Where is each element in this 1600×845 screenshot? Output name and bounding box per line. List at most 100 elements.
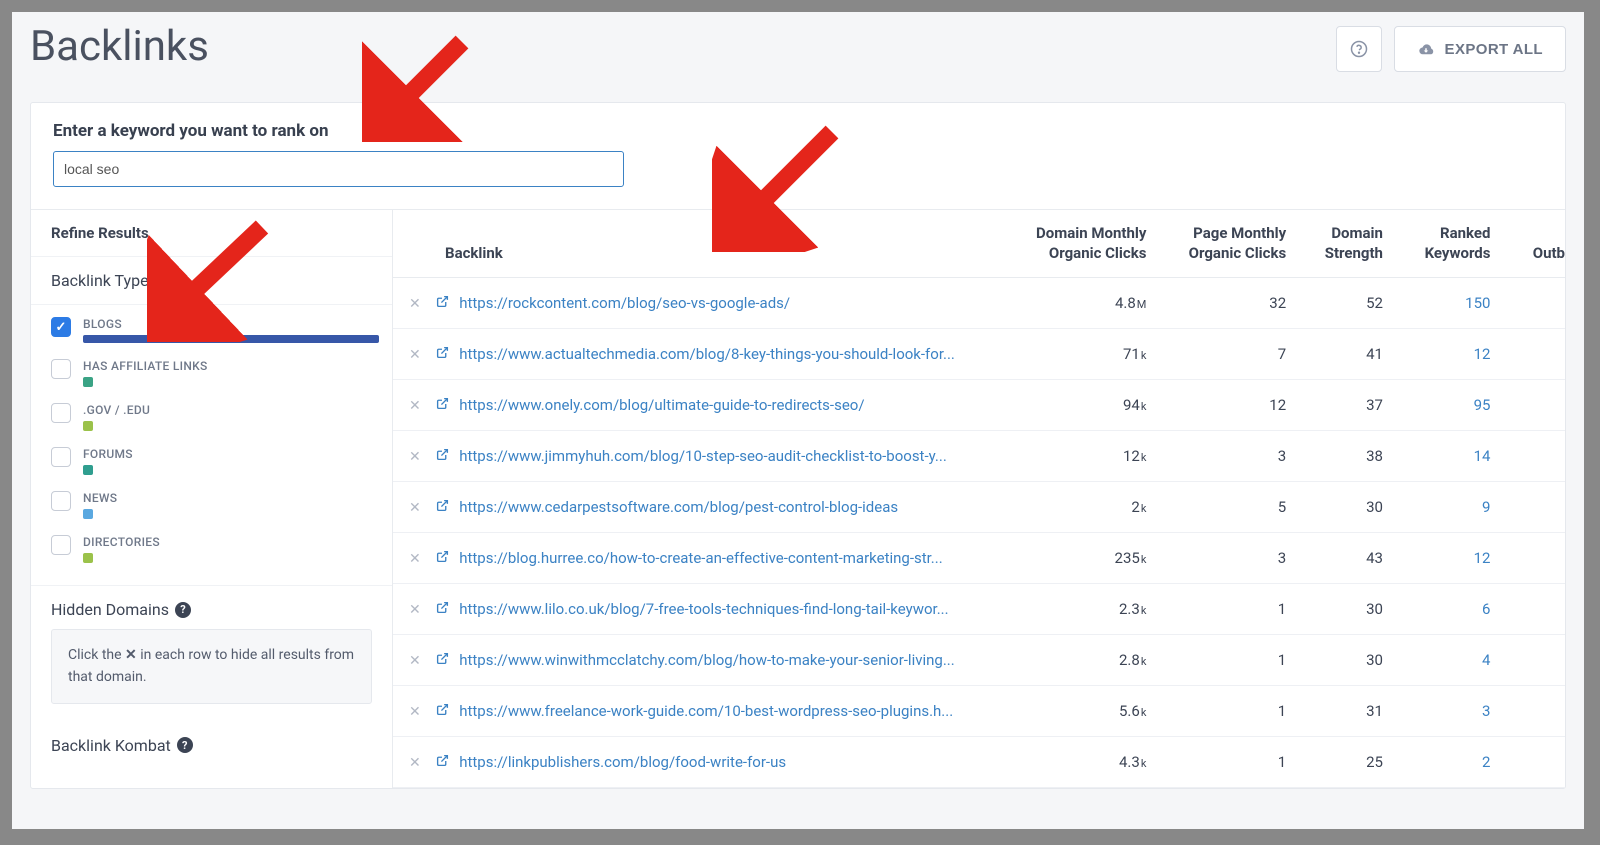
filter-checkbox[interactable]: [51, 359, 71, 379]
filter-type-row[interactable]: BLOGS: [51, 309, 372, 351]
backlink-kombat-heading: Backlink Kombat ?: [51, 736, 372, 755]
help-icon[interactable]: ?: [163, 273, 179, 289]
hide-domain-icon[interactable]: ✕: [409, 602, 421, 618]
table-row: ✕ https://www.cedarpestsoftware.com/blog…: [393, 482, 1565, 533]
filter-bar: [83, 335, 379, 343]
backlink-url[interactable]: https://www.freelance-work-guide.com/10-…: [459, 702, 953, 720]
cell-domain-strength: 25: [1296, 737, 1393, 788]
cell-domain-strength: 52: [1296, 278, 1393, 329]
filter-chip: [83, 509, 93, 519]
filter-checkbox[interactable]: [51, 403, 71, 423]
table-row: ✕ https://linkpublishers.com/blog/food-w…: [393, 737, 1565, 788]
cell-page-clicks: 1: [1156, 635, 1296, 686]
cell-ranked-keywords[interactable]: 6: [1393, 584, 1501, 635]
cell-domain-strength: 30: [1296, 635, 1393, 686]
filter-type-row[interactable]: HAS AFFILIATE LINKS: [51, 351, 372, 395]
cell-domain-clicks: 4.3k: [995, 737, 1156, 788]
cell-domain-clicks: 235k: [995, 533, 1156, 584]
hide-domain-icon[interactable]: ✕: [409, 398, 421, 414]
help-icon[interactable]: ?: [177, 737, 193, 753]
filter-label: NEWS: [83, 491, 372, 505]
cell-domain-clicks: 5.6k: [995, 686, 1156, 737]
backlink-url[interactable]: https://blog.hurree.co/how-to-create-an-…: [459, 549, 942, 567]
cell-ranked-keywords[interactable]: 4: [1393, 635, 1501, 686]
backlink-url[interactable]: https://www.jimmyhuh.com/blog/10-step-se…: [459, 447, 947, 465]
cell-domain-clicks: 4.8M: [995, 278, 1156, 329]
external-link-icon[interactable]: [436, 601, 449, 618]
cell-ranked-keywords[interactable]: 95: [1393, 380, 1501, 431]
external-link-icon[interactable]: [436, 652, 449, 669]
cell-domain-clicks: 12k: [995, 431, 1156, 482]
filter-checkbox[interactable]: [51, 491, 71, 511]
filter-chip: [83, 421, 93, 431]
external-link-icon[interactable]: [436, 703, 449, 720]
hide-domain-icon[interactable]: ✕: [409, 653, 421, 669]
col-page-clicks[interactable]: Page MonthlyOrganic Clicks: [1156, 210, 1296, 278]
cell-page-clicks: 7: [1156, 329, 1296, 380]
filter-label: BLOGS: [83, 317, 379, 331]
help-icon[interactable]: ?: [175, 602, 191, 618]
keyword-search-input[interactable]: [53, 151, 624, 187]
external-link-icon[interactable]: [436, 550, 449, 567]
cell-ranked-keywords[interactable]: 150: [1393, 278, 1501, 329]
external-link-icon[interactable]: [436, 448, 449, 465]
external-link-icon[interactable]: [436, 397, 449, 414]
filter-checkbox[interactable]: [51, 447, 71, 467]
backlink-url[interactable]: https://www.cedarpestsoftware.com/blog/p…: [459, 498, 898, 516]
table-row: ✕ https://www.onely.com/blog/ultimate-gu…: [393, 380, 1565, 431]
hide-domain-icon[interactable]: ✕: [409, 296, 421, 312]
table-row: ✕ https://www.freelance-work-guide.com/1…: [393, 686, 1565, 737]
cell-domain-clicks: 2k: [995, 482, 1156, 533]
hide-domain-icon[interactable]: ✕: [409, 449, 421, 465]
cell-domain-clicks: 94k: [995, 380, 1156, 431]
cell-ranked-keywords[interactable]: 12: [1393, 329, 1501, 380]
cell-domain-clicks: 2.8k: [995, 635, 1156, 686]
backlink-url[interactable]: https://www.actualtechmedia.com/blog/8-k…: [459, 345, 955, 363]
table-row: ✕ https://www.jimmyhuh.com/blog/10-step-…: [393, 431, 1565, 482]
backlink-url[interactable]: https://www.winwithmcclatchy.com/blog/ho…: [459, 651, 955, 669]
hide-domain-icon[interactable]: ✕: [409, 755, 421, 771]
cell-ranked-keywords[interactable]: 14: [1393, 431, 1501, 482]
backlink-url[interactable]: https://www.lilo.co.uk/blog/7-free-tools…: [459, 600, 948, 618]
hide-domain-icon[interactable]: ✕: [409, 347, 421, 363]
col-ranked-keywords[interactable]: RankedKeywords: [1393, 210, 1501, 278]
col-domain-strength[interactable]: DomainStrength: [1296, 210, 1393, 278]
filter-label: DIRECTORIES: [83, 535, 372, 549]
col-backlink[interactable]: Backlink: [393, 210, 995, 278]
hide-domain-icon[interactable]: ✕: [409, 704, 421, 720]
external-link-icon[interactable]: [436, 295, 449, 312]
search-label: Enter a keyword you want to rank on: [53, 121, 1543, 141]
external-link-icon[interactable]: [436, 346, 449, 363]
cell-domain-clicks: 71k: [995, 329, 1156, 380]
filter-type-row[interactable]: .GOV / .EDU: [51, 395, 372, 439]
external-link-icon[interactable]: [436, 754, 449, 771]
cell-ranked-keywords[interactable]: 3: [1393, 686, 1501, 737]
filter-type-row[interactable]: NEWS: [51, 483, 372, 527]
cell-domain-clicks: 2.3k: [995, 584, 1156, 635]
filter-checkbox[interactable]: [51, 535, 71, 555]
cell-domain-strength: 41: [1296, 329, 1393, 380]
filter-checkbox[interactable]: [51, 317, 71, 337]
col-domain-clicks[interactable]: Domain MonthlyOrganic Clicks: [995, 210, 1156, 278]
backlink-url[interactable]: https://www.onely.com/blog/ultimate-guid…: [459, 396, 864, 414]
backlink-url[interactable]: https://linkpublishers.com/blog/food-wri…: [459, 753, 786, 771]
cell-page-clicks: 1: [1156, 737, 1296, 788]
cell-ranked-keywords[interactable]: 9: [1393, 482, 1501, 533]
refine-results-heading: Refine Results: [51, 224, 372, 242]
backlink-types-heading: Backlink Types ?: [51, 271, 372, 290]
backlink-url[interactable]: https://rockcontent.com/blog/seo-vs-goog…: [459, 294, 790, 312]
hide-domain-icon[interactable]: ✕: [409, 551, 421, 567]
cell-page-clicks: 3: [1156, 533, 1296, 584]
export-all-button[interactable]: EXPORT ALL: [1394, 26, 1566, 72]
filter-type-row[interactable]: DIRECTORIES: [51, 527, 372, 571]
cell-domain-strength: 30: [1296, 482, 1393, 533]
filter-type-row[interactable]: FORUMS: [51, 439, 372, 483]
cell-page-clicks: 5: [1156, 482, 1296, 533]
cell-ranked-keywords[interactable]: 2: [1393, 737, 1501, 788]
col-outbound[interactable]: Outb: [1500, 210, 1565, 278]
hide-domain-icon[interactable]: ✕: [409, 500, 421, 516]
cell-ranked-keywords[interactable]: 12: [1393, 533, 1501, 584]
help-button[interactable]: [1336, 26, 1382, 72]
table-row: ✕ https://www.lilo.co.uk/blog/7-free-too…: [393, 584, 1565, 635]
external-link-icon[interactable]: [436, 499, 449, 516]
